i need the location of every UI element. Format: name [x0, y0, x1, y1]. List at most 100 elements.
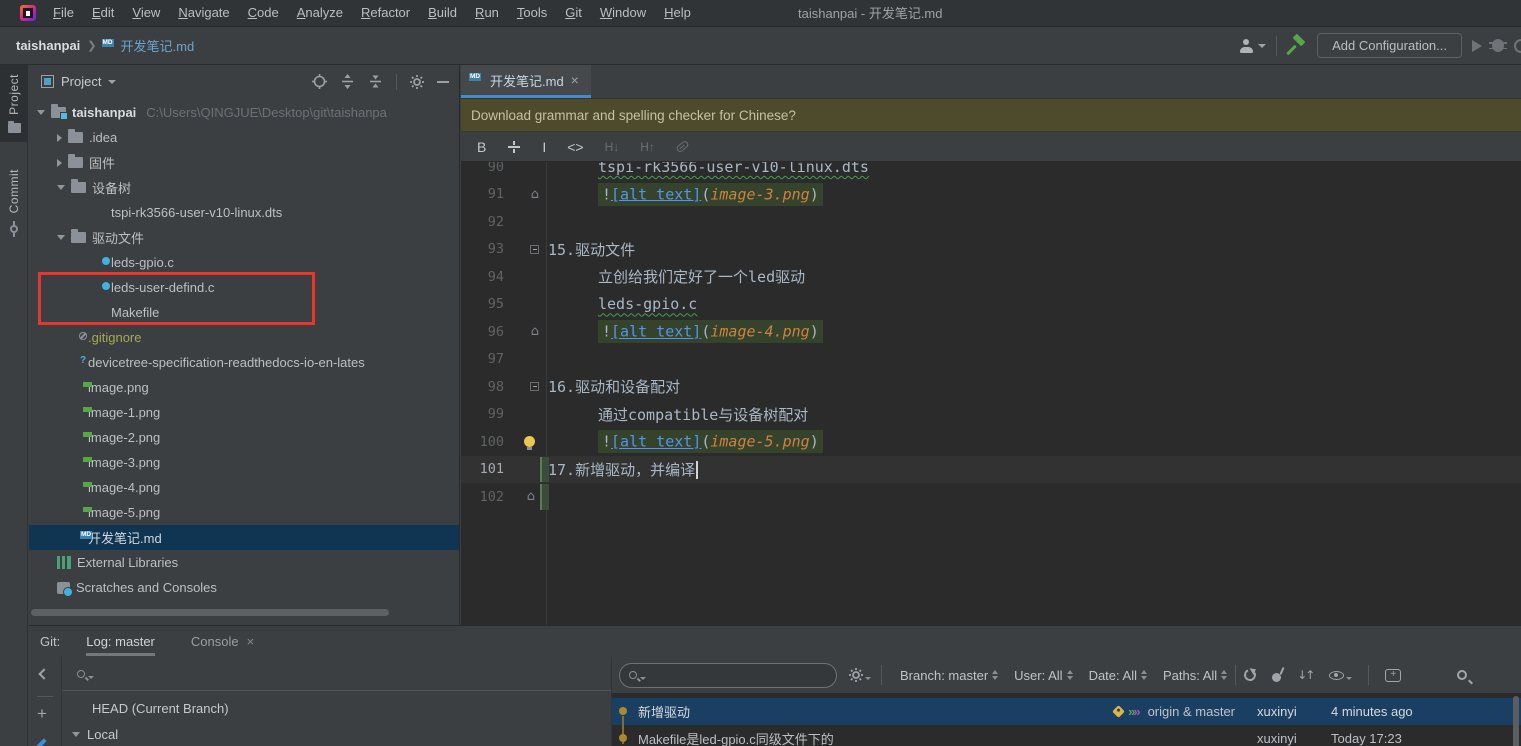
- filter-user[interactable]: User: All: [1006, 668, 1080, 683]
- breadcrumb-file[interactable]: 开发笔记.md: [104, 36, 195, 55]
- menu-tools[interactable]: Tools: [508, 0, 556, 26]
- settings-gear-icon[interactable]: [410, 75, 424, 89]
- intention-bulb-icon[interactable]: [524, 436, 535, 447]
- branch-search[interactable]: [62, 657, 611, 691]
- filter-branch[interactable]: Branch: master: [892, 668, 1006, 683]
- horizontal-scrollbar[interactable]: [31, 609, 389, 616]
- tree-item-notes-md[interactable]: 开发笔记.md: [29, 525, 459, 550]
- tree-item-root[interactable]: taishanpai C:\Users\QINGJUE\Desktop\git\…: [29, 100, 459, 125]
- tab-git-console[interactable]: Console ×: [191, 634, 254, 656]
- tree-item-external-libraries[interactable]: External Libraries: [29, 550, 459, 575]
- collapse-all-icon[interactable]: [368, 74, 383, 89]
- menu-navigate[interactable]: Navigate: [169, 0, 238, 26]
- project-view-selector[interactable]: Project: [41, 74, 116, 89]
- close-tab-icon[interactable]: ×: [247, 634, 255, 649]
- commit-tool-icon: [7, 221, 21, 237]
- editor-line: 97: [461, 346, 1521, 374]
- header-down-button[interactable]: H↓: [605, 140, 620, 154]
- fold-marker-icon[interactable]: [530, 382, 539, 391]
- code-editor[interactable]: 90 tspi-rk3566-user-v10-linux.dts 91 ⌂ !…: [461, 162, 1521, 625]
- chevron-down-icon: [108, 80, 116, 84]
- code-span-button[interactable]: <>: [567, 139, 583, 155]
- add-configuration-button[interactable]: Add Configuration...: [1317, 33, 1462, 58]
- branch-group-local[interactable]: Local: [62, 721, 611, 746]
- tree-item-scratches[interactable]: Scratches and Consoles: [29, 575, 459, 600]
- commit-row[interactable]: Makefile是led-gpio.c同级文件下的 xuxinyi Today …: [612, 725, 1521, 746]
- new-log-tab-icon[interactable]: +: [1385, 669, 1401, 682]
- log-settings-button[interactable]: [849, 668, 871, 682]
- tab-git-log[interactable]: Log: master: [86, 634, 155, 656]
- tree-item-image-png[interactable]: image.png: [29, 375, 459, 400]
- tree-item-image-4[interactable]: image-4.png: [29, 475, 459, 500]
- menu-window[interactable]: Window: [591, 0, 655, 26]
- menu-edit[interactable]: Edit: [83, 0, 123, 26]
- commit-refs: » » origin & master: [1114, 704, 1235, 719]
- editor-line-current: 101 17.新增驱动，并编译: [461, 456, 1521, 484]
- menu-git[interactable]: Git: [556, 0, 591, 26]
- fold-marker-icon[interactable]: [530, 245, 539, 254]
- notification-banner[interactable]: Download grammar and spelling checker fo…: [461, 99, 1521, 132]
- menu-code[interactable]: Code: [239, 0, 288, 26]
- tree-item-firmware[interactable]: 固件: [29, 150, 459, 175]
- menu-file[interactable]: File: [44, 0, 83, 26]
- tag-icon: [1112, 705, 1125, 718]
- commit-row[interactable]: 新增驱动 » » origin & master xuxinyi 4 minut…: [612, 698, 1521, 725]
- markdown-toolbar: B I <> H↓ H↑: [461, 132, 1521, 162]
- run-button-icon[interactable]: [1472, 40, 1482, 52]
- menu-analyze[interactable]: Analyze: [288, 0, 352, 26]
- refresh-icon[interactable]: [1242, 667, 1257, 682]
- tree-item-driver-folder[interactable]: 驱动文件: [29, 225, 459, 250]
- build-hammer-icon[interactable]: [1287, 36, 1307, 56]
- edit-pencil-icon[interactable]: [35, 738, 46, 746]
- debug-button-icon[interactable]: [1492, 39, 1504, 52]
- cherry-pick-icon[interactable]: [1272, 673, 1281, 682]
- filter-date[interactable]: Date: All: [1081, 668, 1155, 683]
- vcs-user-button[interactable]: [1239, 39, 1266, 53]
- tree-item-devicetree-spec[interactable]: devicetree-specification-readthedocs-io-…: [29, 350, 459, 375]
- tree-item-dts-file[interactable]: tspi-rk3566-user-v10-linux.dts: [29, 200, 459, 225]
- strikethrough-button[interactable]: [507, 140, 521, 154]
- sort-icon[interactable]: ↓↑: [1297, 668, 1313, 682]
- tree-item-image-5[interactable]: image-5.png: [29, 500, 459, 525]
- branch-item-head[interactable]: HEAD (Current Branch): [62, 695, 611, 721]
- hide-panel-icon[interactable]: [437, 81, 449, 83]
- editor-tab-notes-md[interactable]: 开发笔记.md ×: [461, 65, 591, 98]
- expand-all-icon[interactable]: [340, 74, 355, 89]
- filter-paths[interactable]: Paths: All: [1155, 668, 1235, 683]
- chevron-down-icon: [72, 732, 80, 737]
- tool-tab-commit[interactable]: Commit: [0, 160, 28, 246]
- chevron-down-icon: [1258, 44, 1266, 48]
- image-gutter-icon: ⌂: [531, 187, 539, 202]
- menu-view[interactable]: View: [123, 0, 169, 26]
- close-tab-icon[interactable]: ×: [571, 72, 579, 88]
- profiler-icon[interactable]: [1514, 39, 1521, 53]
- filter-arrows-icon: [1141, 670, 1147, 680]
- tool-tab-project[interactable]: Project: [0, 65, 28, 142]
- link-button[interactable]: [676, 143, 689, 150]
- tree-item-image-3[interactable]: image-3.png: [29, 450, 459, 475]
- toolbar-divider: [396, 74, 397, 90]
- add-icon[interactable]: +: [37, 704, 47, 724]
- tree-item-image-2[interactable]: image-2.png: [29, 425, 459, 450]
- locate-file-icon[interactable]: [312, 74, 327, 89]
- tree-item-devicetree[interactable]: 设备树: [29, 175, 459, 200]
- bold-button[interactable]: B: [477, 139, 486, 155]
- menu-build[interactable]: Build: [419, 0, 466, 26]
- commit-graph-node: [619, 707, 627, 715]
- vertical-scrollbar[interactable]: [1513, 696, 1519, 746]
- header-up-button[interactable]: H↑: [640, 140, 655, 154]
- tree-item-image-1[interactable]: image-1.png: [29, 400, 459, 425]
- chevron-down-icon: [57, 185, 65, 190]
- project-path: C:\Users\QINGJUE\Desktop\git\taishanpa: [146, 105, 387, 120]
- menu-refactor[interactable]: Refactor: [352, 0, 419, 26]
- breadcrumb-project[interactable]: taishanpai: [16, 38, 80, 53]
- menu-run[interactable]: Run: [466, 0, 508, 26]
- view-options-button[interactable]: [1329, 670, 1352, 680]
- commit-search-field[interactable]: [619, 663, 837, 688]
- tree-item-idea[interactable]: .idea: [29, 125, 459, 150]
- go-to-hash-icon[interactable]: [1457, 670, 1467, 680]
- tree-item-gitignore[interactable]: .gitignore: [29, 325, 459, 350]
- back-icon[interactable]: [38, 668, 49, 679]
- italic-button[interactable]: I: [542, 139, 546, 155]
- menu-help[interactable]: Help: [655, 0, 700, 26]
